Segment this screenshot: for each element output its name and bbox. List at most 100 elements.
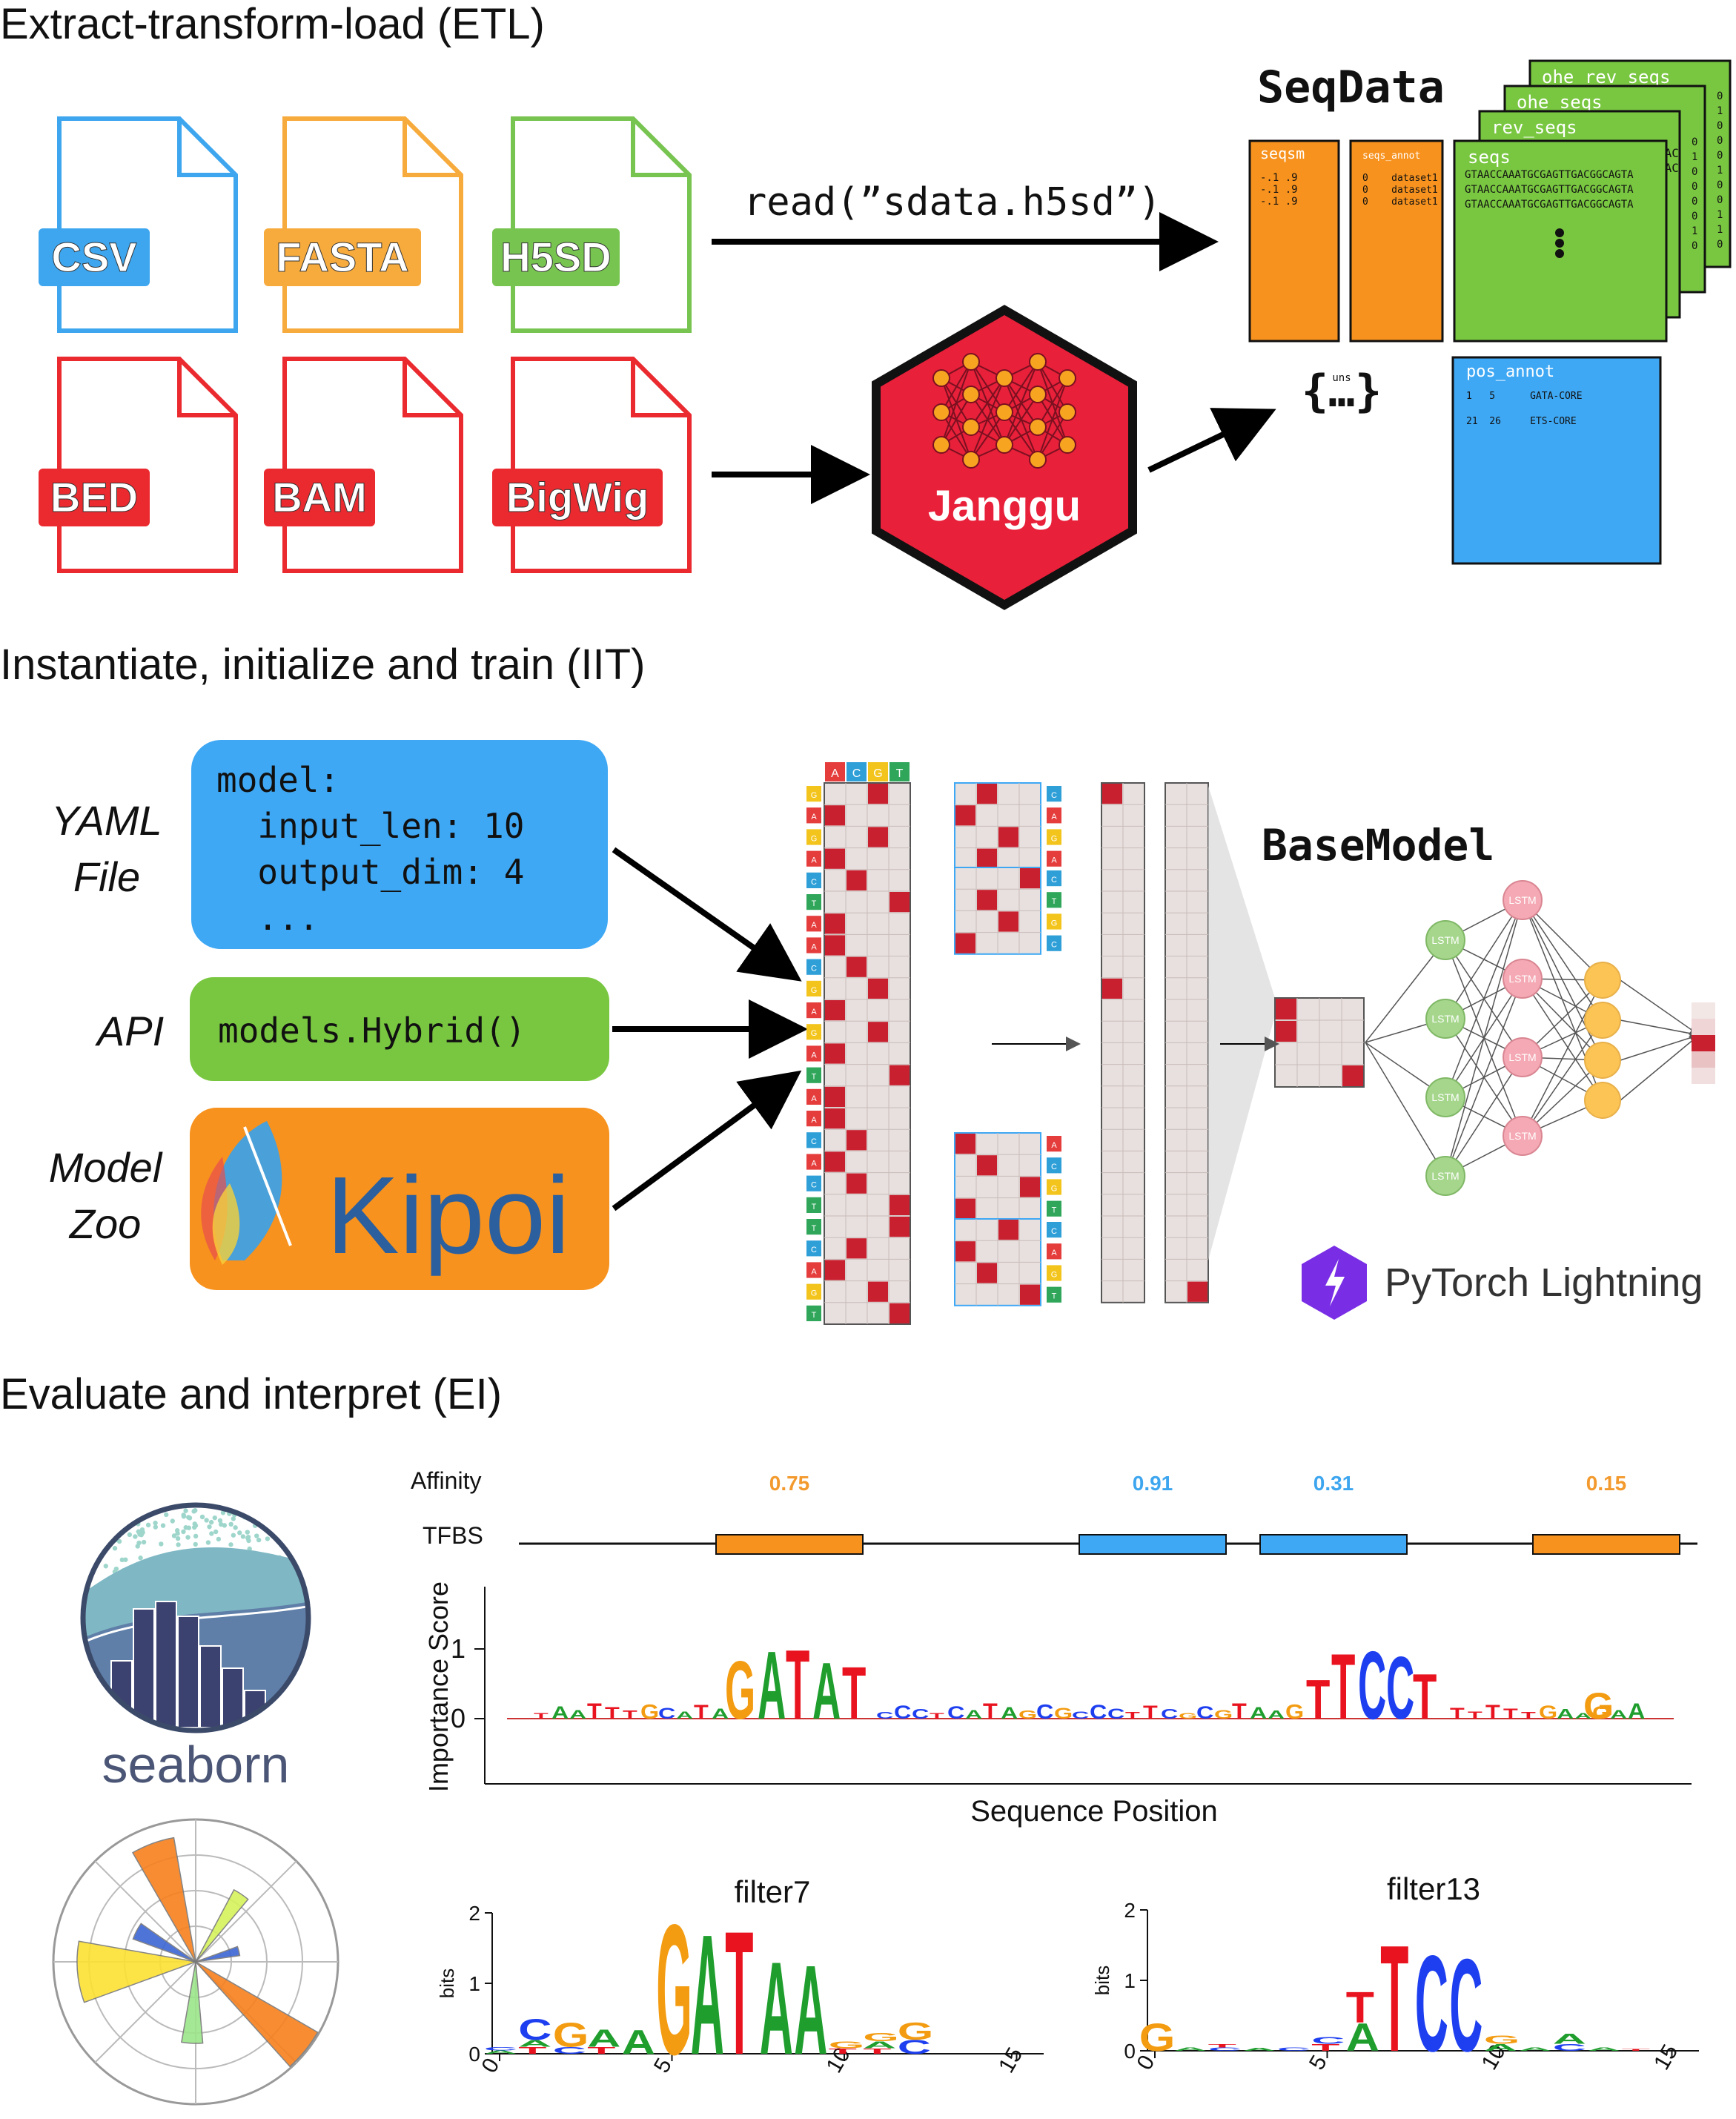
seaborn-dot <box>105 1515 110 1521</box>
file-badge-label: H5SD <box>500 234 611 280</box>
seaborn-dot <box>181 1529 186 1535</box>
seq-letter: A <box>811 1094 817 1103</box>
seaborn-dot <box>116 1510 121 1515</box>
network-node <box>962 418 980 436</box>
yaml-code-line: output_dim: 4 <box>216 852 524 892</box>
network-node <box>995 403 1013 421</box>
yaml-code-line: ... <box>216 898 319 938</box>
seaborn-dot <box>279 1513 285 1518</box>
lightning-label: PyTorch Lightning <box>1385 1260 1703 1305</box>
seaborn-dot <box>277 1520 282 1526</box>
seq-letter: A <box>1051 1249 1057 1257</box>
importance-xlabel: Sequence Position <box>970 1795 1218 1828</box>
zoo-label-1: Model <box>49 1144 163 1191</box>
svg-text:0: 0 <box>1717 179 1723 191</box>
filter-cell <box>998 1220 1018 1240</box>
tfbs-box <box>715 1534 864 1555</box>
output-cell <box>1692 1019 1715 1035</box>
logo-letter: A <box>758 1632 786 1739</box>
seaborn-dot <box>231 1533 236 1538</box>
seaborn-dot <box>170 1518 176 1524</box>
seaborn-dot <box>186 1525 192 1530</box>
seaborn-bar <box>133 1608 155 1728</box>
logo-letter: A <box>1557 1706 1574 1722</box>
lstm-label: LSTM <box>1508 973 1536 985</box>
filter-cell <box>955 933 975 953</box>
api-label: API <box>95 1008 164 1054</box>
logo-ytick: 2 <box>468 1902 480 1925</box>
lightning-logo <box>1302 1246 1367 1320</box>
tfbs-box <box>1079 1534 1227 1555</box>
pos-annot-header: pos_annot <box>1466 363 1554 381</box>
onehot-cell <box>868 1022 888 1042</box>
logo-letter: C <box>1358 1632 1386 1739</box>
output-edge <box>1620 1032 1701 1061</box>
lstm-label: LSTM <box>1508 1130 1536 1142</box>
seqdata-title: SeqData <box>1257 62 1445 113</box>
seaborn-dot <box>104 1508 110 1513</box>
onehot-cell <box>825 1260 845 1280</box>
seqs-annot-header: seqs_annot <box>1362 151 1420 162</box>
tfbs-label: TFBS <box>423 1522 483 1549</box>
seaborn-dot <box>276 1525 282 1531</box>
logo-letter: T <box>1143 1702 1158 1723</box>
nucleotide-header-label: T <box>896 767 904 780</box>
seaborn-dot <box>207 1524 212 1530</box>
svg-text:0: 0 <box>1692 181 1697 193</box>
logo-letter: C <box>1107 1706 1124 1722</box>
seaborn-dot <box>228 1542 233 1547</box>
logo-letter: T <box>1468 1710 1482 1722</box>
network-node <box>1029 451 1047 469</box>
logo-letter: G <box>1054 1705 1073 1722</box>
logo-letter: C <box>518 2014 551 2046</box>
logo-letter: G <box>1214 1708 1233 1722</box>
seaborn-dot <box>298 1524 304 1530</box>
seq-letter: G <box>811 791 818 800</box>
file-badge-label: FASTA <box>276 234 408 280</box>
logo-letter: G <box>725 1644 755 1736</box>
filter-cell <box>998 911 1018 932</box>
seq-letter: T <box>812 1311 817 1320</box>
seq-letter: G <box>811 1289 818 1298</box>
logo-letter: G <box>1592 1703 1611 1723</box>
filter-cell <box>998 827 1018 847</box>
janggu-label: Janggu <box>928 482 1081 530</box>
rev-seqs-label: rev_seqs <box>1491 117 1577 138</box>
onehot-cell <box>825 1108 845 1129</box>
logo-letter: T <box>605 1704 620 1722</box>
logo-letter: A <box>1553 2031 1586 2047</box>
seaborn-dot <box>216 1536 222 1542</box>
filter7-logo: 210bits0 5 10 15AC TACCGTA A GA T A A TGTAGCG <box>436 1886 1044 2094</box>
seaborn-dot <box>281 1534 286 1540</box>
seq-letter: A <box>811 921 817 930</box>
seq-letter: C <box>811 878 817 887</box>
output-edge <box>1620 1019 1701 1039</box>
seaborn-dot <box>246 1538 251 1544</box>
logo-letter: T <box>842 1652 866 1734</box>
seaborn-dot <box>299 1558 305 1563</box>
onehot-cell <box>847 1238 867 1259</box>
seaborn-dot <box>103 1564 108 1569</box>
logo-letter: A <box>569 1708 586 1722</box>
svg-text:0: 0 <box>1692 196 1697 208</box>
pos-annot-panel <box>1451 356 1662 565</box>
seq-letter: A <box>811 1051 817 1060</box>
seq-letter: G <box>811 834 818 843</box>
logo-letter: A <box>691 1899 724 2090</box>
onehot-cell <box>847 956 867 977</box>
ohe-rev-seqs-label: ohe_rev_seqs <box>1542 67 1670 87</box>
seaborn-dot <box>204 1518 209 1523</box>
logo-letter: G <box>829 2039 865 2050</box>
seq-letter: G <box>1051 834 1058 843</box>
network-node <box>932 436 950 454</box>
lstm-edge <box>1522 978 1604 1103</box>
nucleotide-header-label: G <box>873 767 882 780</box>
feature-cell <box>1102 978 1122 999</box>
small-matrix-cell <box>1342 1065 1363 1086</box>
seaborn-dot <box>282 1537 287 1543</box>
seaborn-dot <box>249 1509 254 1514</box>
logo-letter: T <box>1622 2049 1650 2052</box>
seq-letter: T <box>812 1224 817 1233</box>
logo-letter: A <box>812 1647 841 1736</box>
onehot-cell <box>825 805 845 826</box>
